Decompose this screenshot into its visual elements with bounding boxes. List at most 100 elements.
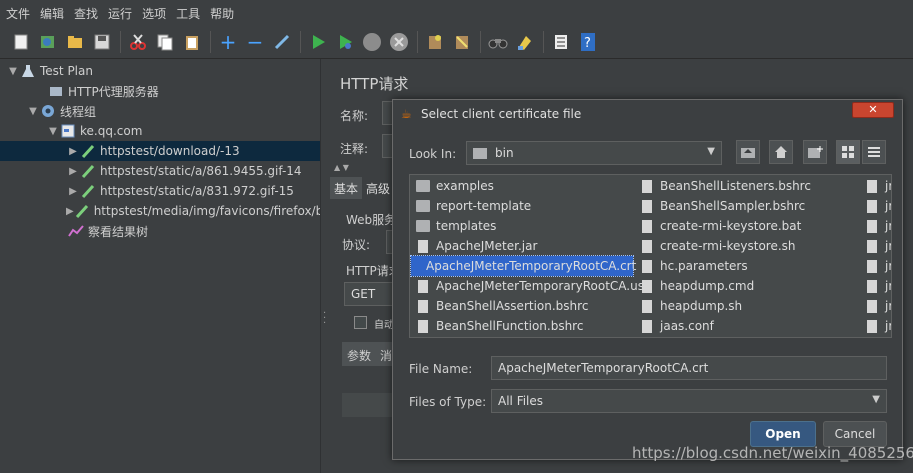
open-icon[interactable] bbox=[64, 31, 86, 53]
stop-icon[interactable] bbox=[361, 31, 383, 53]
menu-tools[interactable]: 工具 bbox=[176, 5, 200, 22]
tree-node-test-plan[interactable]: ▼ Test Plan bbox=[6, 61, 93, 81]
pipette-icon bbox=[80, 163, 96, 179]
paste-icon[interactable] bbox=[181, 31, 203, 53]
split-divider[interactable]: · · · bbox=[320, 59, 330, 473]
list-item[interactable]: BeanShellAssertion.bshrc bbox=[416, 296, 588, 316]
list-item[interactable]: ApacheJMeterTemporaryRootCA.usr bbox=[416, 276, 649, 296]
menu-run[interactable]: 运行 bbox=[108, 5, 132, 22]
tree-node-sampler[interactable]: ▶ httpstest/static/a/831.972.gif-15 bbox=[66, 181, 294, 201]
list-item[interactable]: hc.parameters bbox=[640, 256, 748, 276]
tree-node-http-proxy[interactable]: HTTP代理服务器 bbox=[48, 81, 159, 101]
list-item[interactable]: BeanShellListeners.bshrc bbox=[640, 176, 811, 196]
auto-redirect-label: 自动 bbox=[374, 320, 394, 331]
tree-node-ke-qq[interactable]: ▼ ke.qq.com bbox=[46, 121, 142, 141]
function-helper-icon[interactable] bbox=[550, 31, 572, 53]
java-icon: ☕ bbox=[401, 106, 412, 121]
file-name: hc.parameters bbox=[660, 259, 748, 273]
tab-parameters[interactable]: 参数 bbox=[347, 347, 371, 364]
list-item[interactable]: jr bbox=[865, 296, 891, 316]
list-view-button[interactable] bbox=[836, 140, 860, 164]
clear-icon[interactable] bbox=[424, 31, 446, 53]
chevron-right-icon[interactable]: ▶ bbox=[66, 186, 80, 197]
drag-handle-icon[interactable]: · · · bbox=[323, 309, 326, 329]
list-item[interactable]: BeanShellSampler.bshrc bbox=[640, 196, 805, 216]
chevron-down-icon[interactable]: ▼ bbox=[46, 126, 60, 137]
panel-title: HTTP请求 bbox=[340, 75, 409, 93]
tab-basic[interactable]: 基本 bbox=[330, 177, 363, 199]
list-item[interactable]: ApacheJMeter.jar bbox=[416, 236, 537, 256]
list-item[interactable]: jr bbox=[865, 276, 891, 296]
reset-search-icon[interactable] bbox=[514, 31, 536, 53]
menu-options[interactable]: 选项 bbox=[142, 5, 166, 22]
toolbar-divider bbox=[300, 31, 301, 53]
list-item[interactable]: create-rmi-keystore.bat bbox=[640, 216, 801, 236]
param-table bbox=[342, 393, 394, 417]
cut-icon[interactable] bbox=[127, 31, 149, 53]
chart-icon bbox=[68, 223, 84, 239]
list-item[interactable]: jr bbox=[865, 316, 891, 336]
list-item[interactable]: jr bbox=[865, 196, 891, 216]
search-icon[interactable] bbox=[487, 31, 509, 53]
close-button[interactable]: ✕ bbox=[852, 102, 894, 118]
method-select[interactable]: GET bbox=[344, 282, 394, 306]
tree-node-sampler[interactable]: ▶ httpstest/download/-13 bbox=[0, 141, 320, 161]
expand-icon[interactable]: + bbox=[217, 30, 239, 54]
list-item[interactable]: jr bbox=[865, 236, 891, 256]
start-no-pause-icon[interactable] bbox=[334, 31, 356, 53]
shutdown-icon[interactable] bbox=[388, 31, 410, 53]
tab-advanced[interactable]: 高级 bbox=[362, 177, 394, 199]
copy-icon[interactable] bbox=[154, 31, 176, 53]
tree-node-sampler[interactable]: ▶ httpstest/media/img/favicons/firefox/b bbox=[66, 201, 320, 221]
list-item[interactable]: examples bbox=[416, 176, 494, 196]
file-name-input[interactable]: ApacheJMeterTemporaryRootCA.crt bbox=[491, 356, 887, 380]
menu-search[interactable]: 查找 bbox=[74, 5, 98, 22]
list-item[interactable]: templates bbox=[416, 216, 496, 236]
tree-label: Test Plan bbox=[40, 64, 93, 78]
list-item[interactable]: jr bbox=[865, 176, 891, 196]
menu-file[interactable]: 文件 bbox=[6, 5, 30, 22]
up-folder-button[interactable] bbox=[736, 140, 760, 164]
file-name: ApacheJMeterTemporaryRootCA.usr bbox=[436, 279, 649, 293]
file-icon bbox=[418, 299, 428, 313]
auto-redirect-checkbox[interactable] bbox=[354, 316, 367, 329]
chevron-right-icon[interactable]: ▶ bbox=[66, 166, 80, 177]
clear-all-icon[interactable] bbox=[451, 31, 473, 53]
chevron-right-icon[interactable]: ▶ bbox=[66, 146, 80, 157]
tab-body-data[interactable]: 消 bbox=[380, 347, 392, 364]
tree-node-thread-group[interactable]: ▼ 线程组 bbox=[26, 101, 96, 121]
file-icon bbox=[642, 319, 652, 333]
list-item[interactable]: heapdump.sh bbox=[640, 296, 742, 316]
menu-edit[interactable]: 编辑 bbox=[40, 5, 64, 22]
list-item[interactable]: jr bbox=[865, 256, 891, 276]
collapse-icon[interactable]: − bbox=[244, 30, 266, 54]
list-item[interactable]: create-rmi-keystore.sh bbox=[640, 236, 796, 256]
list-item[interactable]: BeanShellFunction.bshrc bbox=[416, 316, 583, 336]
new-icon[interactable] bbox=[10, 31, 32, 53]
tree-node-sampler[interactable]: ▶ httpstest/static/a/861.9455.gif-14 bbox=[66, 161, 302, 181]
collapse-arrows-icon[interactable]: ▲ ▼ bbox=[334, 163, 349, 172]
look-in-select[interactable]: bin ▼ bbox=[466, 141, 722, 165]
templates-icon[interactable] bbox=[37, 31, 59, 53]
start-icon[interactable] bbox=[307, 31, 329, 53]
files-of-type-select[interactable]: All Files ▼ bbox=[491, 389, 887, 413]
list-item[interactable]: jaas.conf bbox=[640, 316, 714, 336]
save-icon[interactable] bbox=[91, 31, 113, 53]
tree-node-view-results[interactable]: 察看结果树 bbox=[68, 221, 148, 241]
pipette-icon bbox=[74, 203, 90, 219]
details-view-button[interactable] bbox=[862, 140, 886, 164]
list-item[interactable]: jr bbox=[865, 216, 891, 236]
chevron-right-icon[interactable]: ▶ bbox=[66, 206, 74, 217]
comment-label: 注释: bbox=[340, 142, 369, 156]
list-item[interactable]: report-template bbox=[416, 196, 531, 216]
chevron-down-icon[interactable]: ▼ bbox=[26, 106, 40, 117]
new-folder-button[interactable] bbox=[803, 140, 827, 164]
list-item-selected[interactable]: ApacheJMeterTemporaryRootCA.crt bbox=[410, 255, 636, 277]
chevron-down-icon[interactable]: ▼ bbox=[6, 66, 20, 77]
toggle-icon[interactable] bbox=[271, 31, 293, 53]
toolbar: + − ? bbox=[0, 26, 913, 59]
home-button[interactable] bbox=[769, 140, 793, 164]
menu-help[interactable]: 帮助 bbox=[210, 5, 234, 22]
help-icon[interactable]: ? bbox=[577, 31, 599, 53]
list-item[interactable]: heapdump.cmd bbox=[640, 276, 754, 296]
